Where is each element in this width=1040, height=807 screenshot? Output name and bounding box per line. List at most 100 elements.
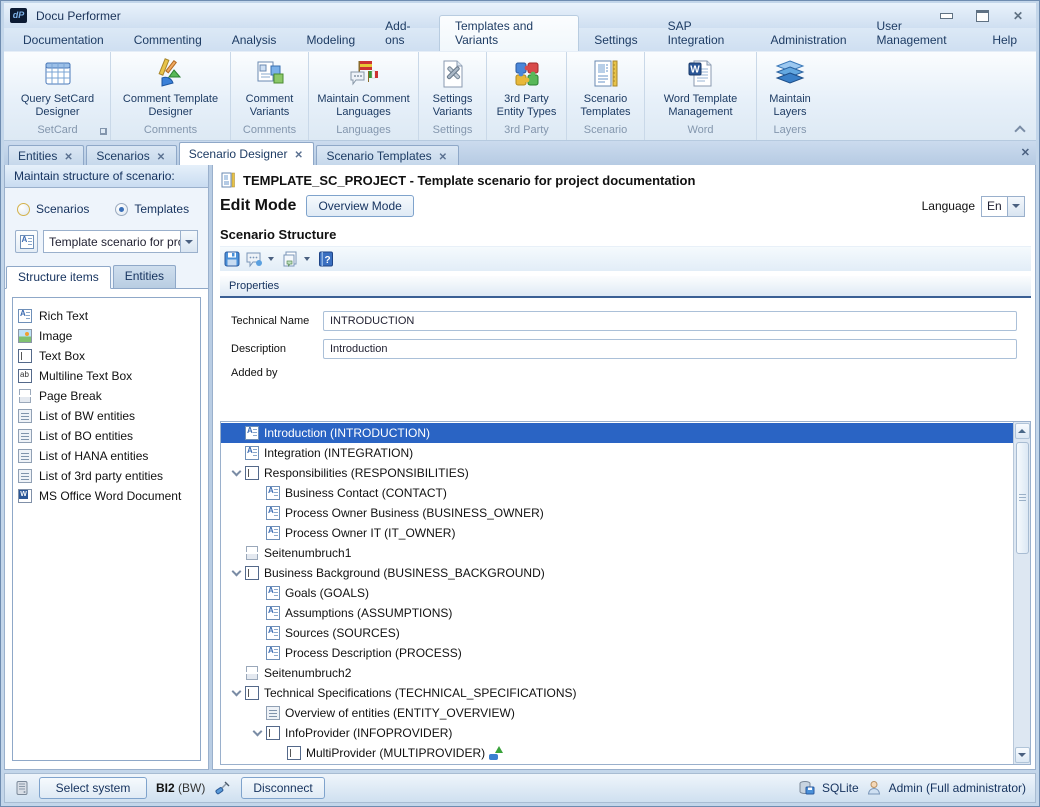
tab-close-icon[interactable] — [64, 149, 74, 163]
structure-item[interactable]: List of 3rd party entities — [18, 466, 195, 486]
third-party-entity-types-button[interactable]: 3rd Party Entity Types — [487, 52, 566, 122]
comment-template-designer-button[interactable]: Comment Template Designer — [111, 52, 230, 122]
tree-row[interactable]: Seitenumbruch2 — [221, 663, 1013, 683]
copy-document-icon[interactable] — [281, 250, 299, 268]
structure-item[interactable]: List of HANA entities — [18, 446, 195, 466]
ribbon-tab[interactable]: Help — [977, 30, 1032, 51]
structure-item[interactable]: Text Box — [18, 346, 195, 366]
user-label[interactable]: Admin (Full administrator) — [889, 781, 1026, 795]
structure-item[interactable]: List of BO entities — [18, 426, 195, 446]
radio-templates[interactable]: Templates — [115, 202, 189, 216]
technical-name-input[interactable] — [323, 311, 1017, 331]
comment-icon[interactable] — [245, 250, 263, 268]
structure-item[interactable]: Multiline Text Box — [18, 366, 195, 386]
structure-item[interactable]: Rich Text — [18, 306, 195, 326]
tab-structure-items[interactable]: Structure items — [6, 266, 111, 289]
dropdown-arrow-icon[interactable] — [1007, 197, 1024, 216]
dropdown-caret-icon[interactable] — [304, 257, 310, 261]
scrollbar-thumb[interactable] — [1016, 442, 1029, 554]
expander-icon[interactable] — [250, 725, 266, 741]
expander-icon[interactable] — [250, 605, 266, 621]
expander-icon[interactable] — [229, 665, 245, 681]
tab-close-icon[interactable] — [294, 147, 304, 161]
expander-icon[interactable] — [250, 485, 266, 501]
tree-row[interactable]: MultiProvider (MULTIPROVIDER) — [221, 743, 1013, 763]
language-select[interactable]: En — [981, 196, 1025, 217]
ribbon-tab[interactable]: Modeling — [291, 30, 370, 51]
expander-icon[interactable] — [250, 505, 266, 521]
tab-close-icon[interactable] — [157, 149, 167, 163]
select-system-button[interactable]: Select system — [39, 777, 147, 799]
ribbon-tab[interactable]: Analysis — [217, 30, 292, 51]
scenario-icon-button[interactable] — [15, 230, 38, 253]
expander-icon[interactable] — [250, 625, 266, 641]
structure-item[interactable]: List of BW entities — [18, 406, 195, 426]
tab-close-icon[interactable] — [439, 149, 449, 163]
ribbon-tab[interactable]: Settings — [579, 30, 652, 51]
tree-row[interactable]: Business Contact (CONTACT) — [221, 483, 1013, 503]
tree-row[interactable]: Process Description (PROCESS) — [221, 643, 1013, 663]
expander-icon[interactable] — [229, 465, 245, 481]
document-tab[interactable]: Entities — [8, 145, 84, 165]
tree-row[interactable]: Goals (GOALS) — [221, 583, 1013, 603]
scroll-up-icon[interactable] — [1015, 423, 1030, 439]
disconnect-button[interactable]: Disconnect — [241, 777, 324, 799]
tree-row[interactable]: Process Owner IT (IT_OWNER) — [221, 523, 1013, 543]
scroll-down-icon[interactable] — [1015, 747, 1030, 763]
help-icon[interactable]: ? — [317, 250, 335, 268]
expander-icon[interactable] — [250, 645, 266, 661]
structure-item[interactable]: MS Office Word Document — [18, 486, 195, 506]
template-select[interactable]: Template scenario for projec — [43, 230, 198, 253]
ribbon-tab[interactable]: Commenting — [119, 30, 217, 51]
collapse-ribbon-icon[interactable] — [1016, 124, 1024, 132]
expander-icon[interactable] — [250, 585, 266, 601]
tab-area-close-icon[interactable] — [1021, 143, 1030, 161]
document-tab[interactable]: Scenario Templates — [316, 145, 458, 165]
maintain-layers-button[interactable]: Maintain Layers — [757, 52, 823, 122]
description-input[interactable] — [323, 339, 1017, 359]
tree-row[interactable]: Business Background (BUSINESS_BACKGROUND… — [221, 563, 1013, 583]
expander-icon[interactable] — [229, 425, 245, 441]
tree-row[interactable]: Technical Specifications (TECHNICAL_SPEC… — [221, 683, 1013, 703]
tree-row[interactable]: Overview of entities (ENTITY_OVERVIEW) — [221, 703, 1013, 723]
dialog-launcher-icon[interactable] — [100, 128, 107, 135]
expander-icon[interactable] — [229, 685, 245, 701]
ribbon-tab[interactable]: Administration — [755, 30, 861, 51]
ribbon-tab[interactable]: User Management — [862, 16, 978, 51]
tree-scrollbar[interactable] — [1013, 422, 1030, 764]
dropdown-caret-icon[interactable] — [268, 257, 274, 261]
tree-row[interactable]: Assumptions (ASSUMPTIONS) — [221, 603, 1013, 623]
dropdown-arrow-icon[interactable] — [180, 231, 197, 252]
settings-variants-button[interactable]: Settings Variants — [419, 52, 486, 122]
tree-row[interactable]: Seitenumbruch1 — [221, 543, 1013, 563]
ribbon-tab[interactable]: Add-ons — [370, 16, 439, 51]
structure-item[interactable]: Page Break — [18, 386, 195, 406]
database-label[interactable]: SQLite — [822, 781, 859, 795]
tree-row[interactable]: InfoCubes (INFOCUBES) — [221, 763, 1013, 764]
tree-row[interactable]: Process Owner Business (BUSINESS_OWNER) — [221, 503, 1013, 523]
scenario-templates-button[interactable]: Scenario Templates — [567, 52, 644, 122]
close-button[interactable] — [1008, 9, 1028, 23]
expander-icon[interactable] — [229, 445, 245, 461]
expander-icon[interactable] — [250, 705, 266, 721]
expander-icon[interactable] — [250, 525, 266, 541]
ribbon-tab[interactable]: SAP Integration — [653, 16, 756, 51]
tree-row[interactable]: Integration (INTEGRATION) — [221, 443, 1013, 463]
query-setcard-designer-button[interactable]: Query SetCard Designer — [5, 52, 110, 122]
tab-entities[interactable]: Entities — [113, 265, 176, 288]
tree-row[interactable]: Responsibilities (RESPONSIBILITIES) — [221, 463, 1013, 483]
word-template-management-button[interactable]: W Word Template Management — [645, 52, 756, 122]
ribbon-tab[interactable]: Templates and Variants — [439, 15, 579, 51]
expander-icon[interactable] — [271, 745, 287, 761]
radio-scenarios[interactable]: Scenarios — [17, 202, 89, 216]
expander-icon[interactable] — [229, 545, 245, 561]
tree-row[interactable]: InfoProvider (INFOPROVIDER) — [221, 723, 1013, 743]
tree-row[interactable]: Introduction (INTRODUCTION) — [221, 423, 1013, 443]
document-tab[interactable]: Scenarios — [86, 145, 176, 165]
save-icon[interactable] — [223, 250, 241, 268]
document-tab[interactable]: Scenario Designer — [179, 142, 315, 165]
overview-mode-button[interactable]: Overview Mode — [306, 195, 413, 217]
expander-icon[interactable] — [229, 565, 245, 581]
maintain-comment-languages-button[interactable]: Maintain Comment Languages — [309, 52, 418, 122]
ribbon-tab[interactable]: Documentation — [8, 30, 119, 51]
